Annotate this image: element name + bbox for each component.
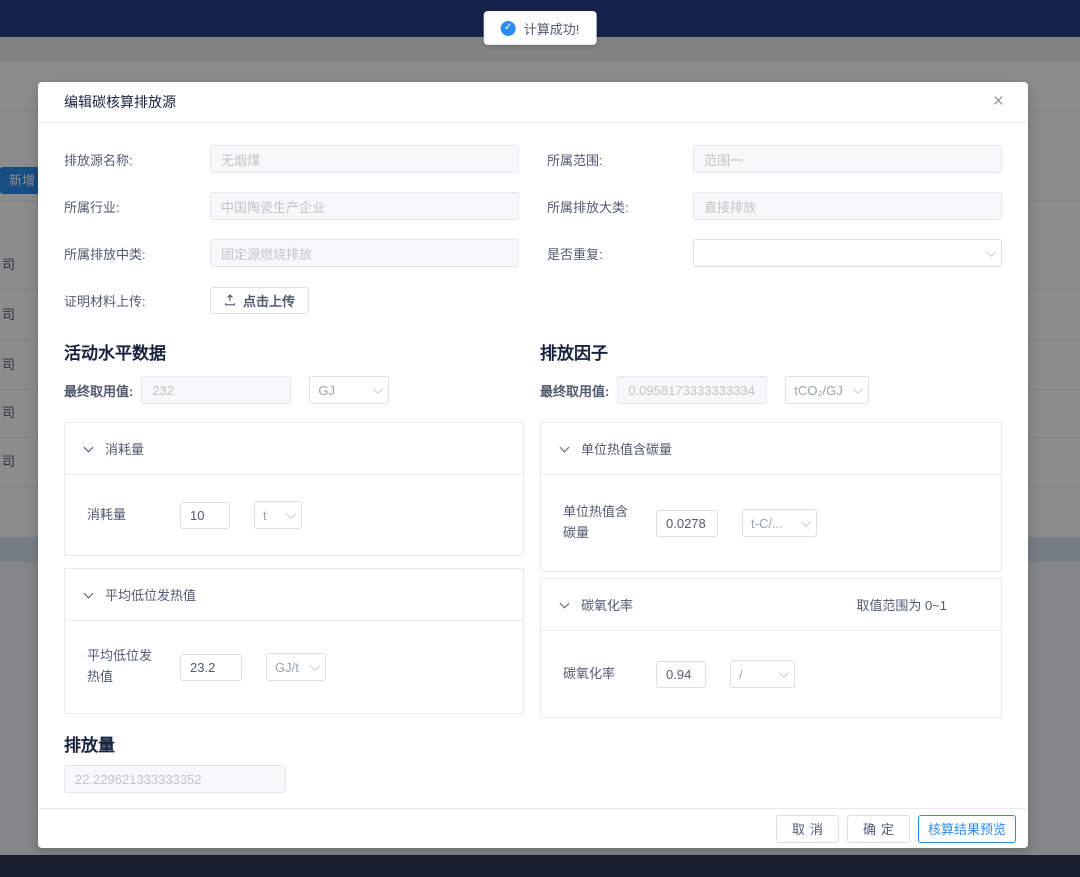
source-name-input <box>210 145 519 173</box>
upload-label: 证明材料上传: <box>64 291 210 310</box>
oxidation-rate-panel-title: 碳氧化率 <box>581 595 633 614</box>
heating-value-unit-value: GJ/t <box>275 660 310 675</box>
emission-result-input <box>64 765 286 793</box>
activity-final-input <box>141 376 291 404</box>
heating-value-unit-select[interactable]: GJ/t <box>266 653 326 681</box>
source-name-label: 排放源名称: <box>64 150 210 169</box>
factor-section-title: 排放因子 <box>540 339 1002 364</box>
oxidation-rate-range-note: 取值范围为 0~1 <box>856 595 947 614</box>
duplicate-label: 是否重复: <box>547 244 693 263</box>
success-toast: ✓ 计算成功! <box>484 11 597 45</box>
carbon-content-input[interactable] <box>656 510 718 537</box>
chevron-down-icon <box>84 588 94 598</box>
oxidation-rate-unit-value: / <box>739 667 779 682</box>
upload-icon <box>224 294 236 306</box>
activity-final-label: 最终取用值: <box>64 381 133 400</box>
carbon-content-panel-title: 单位热值含碳量 <box>581 439 672 458</box>
activity-unit-value: GJ <box>318 383 373 398</box>
heating-value-panel-header[interactable]: 平均低位发热值 <box>65 569 523 621</box>
consumption-input[interactable] <box>180 502 230 529</box>
form-grid: 排放源名称: 所属范围: 所属行业: 所属排放大类: 所属排放中类: <box>64 145 1002 336</box>
industry-label: 所属行业: <box>64 197 210 216</box>
check-circle-icon: ✓ <box>501 21 516 36</box>
consumption-panel-header[interactable]: 消耗量 <box>65 423 523 475</box>
factor-section: 排放因子 最终取用值: tCO₂/GJ 单位热值含碳量 <box>540 339 1002 718</box>
factor-unit-value: tCO₂/GJ <box>794 383 853 398</box>
duplicate-select[interactable] <box>693 239 1002 267</box>
chevron-down-icon <box>286 509 296 519</box>
dialog-footer: 取消 确定 核算结果预览 <box>38 808 1028 848</box>
close-icon[interactable]: × <box>987 90 1010 114</box>
emission-section-title: 排放量 <box>64 731 1002 756</box>
chevron-down-icon <box>853 384 863 394</box>
scope-input <box>693 145 1002 173</box>
heating-value-field-label: 平均低位发热值 <box>87 646 159 688</box>
factor-unit-select[interactable]: tCO₂/GJ <box>785 376 869 404</box>
activity-section-title: 活动水平数据 <box>64 339 524 364</box>
oxidation-rate-unit-select[interactable]: / <box>730 660 795 688</box>
scope-label: 所属范围: <box>547 150 693 169</box>
result-preview-button[interactable]: 核算结果预览 <box>918 815 1016 843</box>
consumption-unit-value: t <box>263 508 286 523</box>
oxidation-rate-input[interactable] <box>656 661 706 688</box>
activity-unit-select[interactable]: GJ <box>309 376 389 404</box>
oxidation-rate-panel-header[interactable]: 碳氧化率 取值范围为 0~1 <box>541 579 1001 631</box>
heating-value-panel-title: 平均低位发热值 <box>105 585 196 604</box>
factor-final-input <box>617 376 767 404</box>
chevron-down-icon <box>560 442 570 452</box>
consumption-unit-select[interactable]: t <box>254 501 302 529</box>
industry-input <box>210 192 519 220</box>
oxidation-rate-field-label: 碳氧化率 <box>563 664 635 685</box>
chevron-down-icon <box>84 442 94 452</box>
chevron-down-icon <box>986 247 996 257</box>
factor-final-label: 最终取用值: <box>540 381 609 400</box>
major-category-label: 所属排放大类: <box>547 197 693 216</box>
chevron-down-icon <box>560 598 570 608</box>
carbon-content-unit-value: t-C/... <box>751 516 801 531</box>
consumption-field-label: 消耗量 <box>87 505 159 526</box>
page-root: 新增 司 司 司 司 司 ✓ 计算成功! 编辑碳核算排放源 × 排放源名称: <box>0 0 1080 877</box>
dialog-title: 编辑碳核算排放源 <box>64 92 176 112</box>
chevron-down-icon <box>801 517 811 527</box>
major-category-input <box>693 192 1002 220</box>
dialog-header: 编辑碳核算排放源 <box>38 82 1028 123</box>
heating-value-input[interactable] <box>180 654 242 681</box>
toast-message: 计算成功! <box>524 19 580 38</box>
heating-value-panel: 平均低位发热值 平均低位发热值 GJ/t <box>64 568 524 714</box>
activity-section: 活动水平数据 最终取用值: GJ 消耗量 <box>64 339 524 718</box>
mid-category-label: 所属排放中类: <box>64 244 210 263</box>
consumption-panel-title: 消耗量 <box>105 439 144 458</box>
carbon-content-panel: 单位热值含碳量 单位热值含碳量 t-C/... <box>540 422 1002 572</box>
oxidation-rate-panel: 碳氧化率 取值范围为 0~1 碳氧化率 / <box>540 578 1002 718</box>
edit-emission-source-dialog: 编辑碳核算排放源 × 排放源名称: 所属范围: 所属行业: 所属排放大类: <box>38 82 1028 848</box>
cancel-button[interactable]: 取消 <box>776 815 839 843</box>
carbon-content-field-label: 单位热值含碳量 <box>563 502 635 544</box>
dialog-body: 排放源名称: 所属范围: 所属行业: 所属排放大类: 所属排放中类: <box>38 123 1028 793</box>
consumption-panel: 消耗量 消耗量 t <box>64 422 524 556</box>
carbon-content-unit-select[interactable]: t-C/... <box>742 509 817 537</box>
carbon-content-panel-header[interactable]: 单位热值含碳量 <box>541 423 1001 475</box>
chevron-down-icon <box>373 384 383 394</box>
chevron-down-icon <box>310 661 320 671</box>
chevron-down-icon <box>779 668 789 678</box>
sections-grid: 活动水平数据 最终取用值: GJ 消耗量 <box>64 339 1002 718</box>
upload-button[interactable]: 点击上传 <box>210 287 309 314</box>
confirm-button[interactable]: 确定 <box>847 815 910 843</box>
upload-button-label: 点击上传 <box>243 291 295 310</box>
mid-category-input <box>210 239 519 267</box>
